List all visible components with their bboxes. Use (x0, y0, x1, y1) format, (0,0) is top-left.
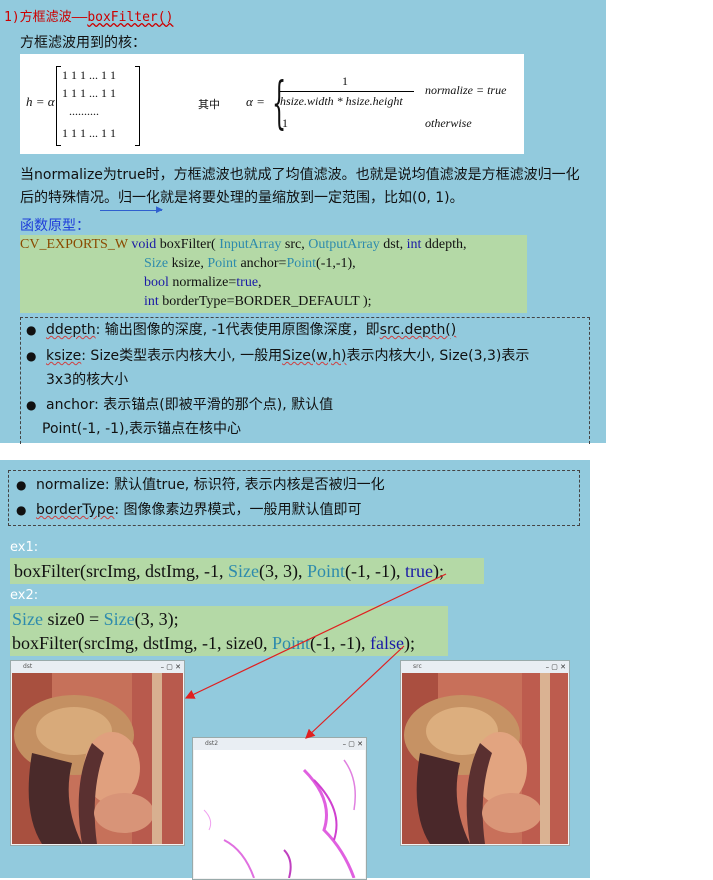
normalize-paragraph: 当normalize为true时，方框滤波也就成了均值滤波。也就是说均值滤波是方… (20, 167, 580, 206)
case1-numerator: 1 (342, 74, 348, 88)
arrow-true-to-dst (184, 573, 447, 699)
matrix-row: 1 1 1 ... 1 1 (62, 68, 116, 82)
section-heading: 1)方框滤波——boxFilter() (4, 6, 173, 25)
proto-line-4: int borderType=BORDER_DEFAULT ); (144, 294, 372, 309)
case2-value: 1 (282, 116, 288, 130)
annotation-arrows (184, 573, 447, 739)
heading-function: boxFilter() (87, 10, 174, 25)
top-panel: 1)方框滤波——boxFilter() 方框滤波用到的核： h = α 1 1 … (0, 0, 606, 444)
kernel-matrix: 1 1 1 ... 1 1 1 1 1 ... 1 1 .......... 1… (56, 66, 140, 146)
param-anchor-cont: Point(-1, -1),表示锚点在核中心 (42, 421, 241, 437)
prototype-label: 函数原型： (20, 218, 90, 234)
where-text: 其中 (198, 98, 220, 111)
proto-line-1: CV_EXPORTS_W void boxFilter( InputArray … (20, 237, 467, 252)
matrix-row: 1 1 1 ... 1 1 (62, 86, 116, 100)
alpha-equals: α = (246, 94, 265, 109)
heading-prefix: 1)方框滤波—— (4, 10, 88, 25)
bottom-panel: normalize: 默认值true, 标识符, 表示内核是否被归一化 bord… (0, 460, 590, 880)
param-anchor: anchor: 表示锚点(即被平滑的那个点), 默认值 (26, 395, 333, 415)
fraction-bar (280, 91, 414, 92)
kernel-intro: 方框滤波用到的核： (20, 35, 146, 51)
proto-line-3: bool normalize=true, (144, 275, 262, 290)
arrow-false-to-dst2 (305, 645, 405, 739)
underline-arrow (100, 210, 162, 211)
param-ddepth: ddepth: 输出图像的深度, -1代表使用原图像深度，即src.depth(… (26, 320, 456, 340)
case1-condition: normalize = true (425, 83, 507, 97)
case1-denominator: hsize.width * hsize.height (280, 94, 403, 108)
matrix-row: 1 1 1 ... 1 1 (62, 126, 116, 140)
proto-line-2: Size ksize, Point anchor=Point(-1,-1), (144, 256, 356, 271)
param-ksize-cont: 3x3的核大小 (46, 372, 129, 388)
matrix-row: .......... (69, 104, 99, 118)
case2-condition: otherwise (425, 116, 472, 130)
param-ksize: ksize: Size类型表示内核大小, 一般用Size(w,h)表示内核大小,… (26, 346, 529, 366)
kernel-formula: h = α 1 1 1 ... 1 1 1 1 1 ... 1 1 ......… (20, 54, 524, 154)
h-equals: h = α (26, 94, 55, 109)
arrow-head-icon: ▶ (156, 205, 163, 215)
